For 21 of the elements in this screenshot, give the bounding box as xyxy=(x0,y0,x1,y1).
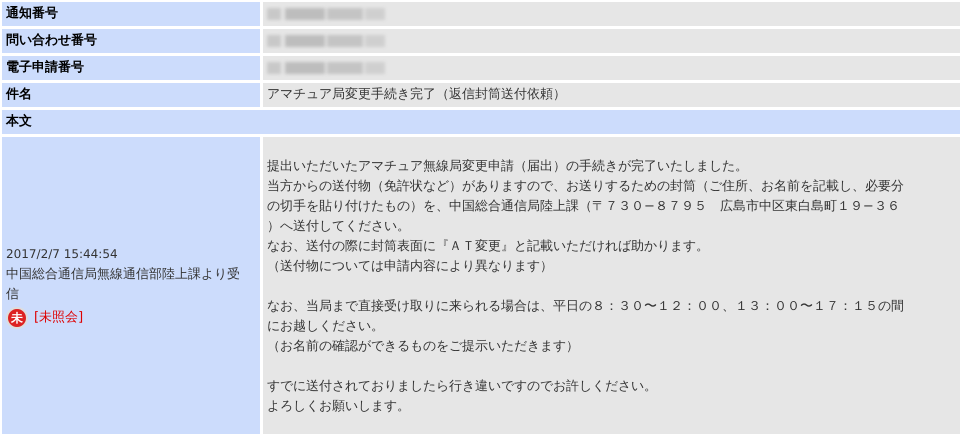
field-value: アマチュア局変更手続き完了（返信封筒送付依頼） xyxy=(267,86,566,104)
unread-badge-icon: 未 xyxy=(6,307,28,329)
field-label: 件名 xyxy=(6,86,32,104)
message-line: （お名前の確認ができるものをご提示いただきます） xyxy=(267,338,579,356)
message-line: なお、送付の際に封筒表面に『ＡＴ変更』と記載いただければ助かります。 xyxy=(267,238,709,256)
field-label: 電子申請番号 xyxy=(6,59,84,78)
message-line: 当方からの送付物（免許状など）がありますので、お送りするための封筒（ご住所、お名前を記載し、必要分 xyxy=(267,178,904,196)
message-line: の切手を貼り付けたもの）を、中国総合通信局陸上課（〒７３０−８７９５ 広島市中区東白島町１９−３６ xyxy=(267,198,900,216)
field-label: 通知番号 xyxy=(6,5,58,24)
sender-text: 中国総合通信局無線通信部陸上課より受 信 xyxy=(6,266,241,304)
message-line: すでに送付されておりましたら行き違いですのでお許しください。 xyxy=(267,378,657,396)
body-label: 本文 xyxy=(6,112,32,132)
message-line: 提出いただいたアマチュア無線局変更申請（届出）の手続きが完了いたしました。 xyxy=(267,158,748,176)
message-line: ）へ送付してください。 xyxy=(267,218,410,236)
message-line: にお越しください。 xyxy=(267,318,384,336)
status-text: [未照会] xyxy=(34,309,84,328)
message-line: （送付物については申請内容により異なります） xyxy=(267,258,553,276)
field-label: 問い合わせ番号 xyxy=(6,32,97,50)
message-line: なお、当局まで直接受け取りに来られる場合は、平日の８：３０〜１２：００、１３：００〜１７：１５の間 xyxy=(267,298,904,316)
received-datetime: 2017/2/7 15:44:54 xyxy=(6,246,119,263)
message-line: よろしくお願いします。 xyxy=(267,398,410,416)
